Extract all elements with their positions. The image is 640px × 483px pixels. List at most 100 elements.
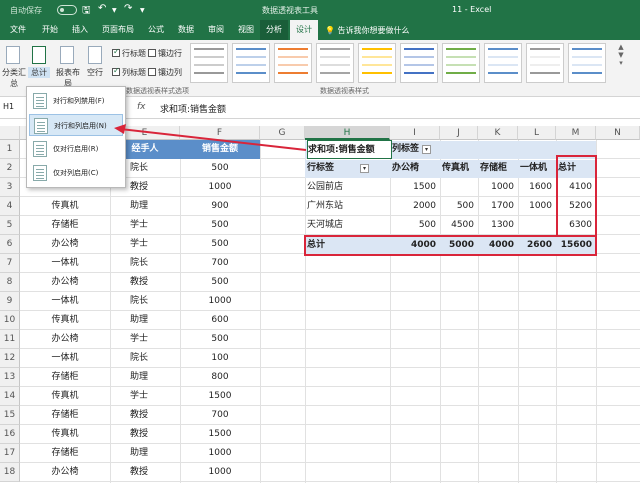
row-header[interactable]: 16 [0, 425, 20, 444]
row-header[interactable]: 12 [0, 349, 20, 368]
table-cell[interactable]: 教授 [110, 463, 180, 482]
table-cell[interactable]: 500 [180, 159, 260, 178]
style-swatch[interactable] [568, 43, 606, 83]
tab-design[interactable]: 设计 [290, 20, 318, 40]
redo-icon[interactable]: ↷ [124, 3, 132, 14]
subtotals-button[interactable]: 分类汇总 [2, 67, 26, 89]
style-swatch[interactable] [358, 43, 396, 83]
row-header[interactable]: 8 [0, 273, 20, 292]
table-cell[interactable]: 助理 [110, 197, 180, 216]
table-cell[interactable]: 传真机 [20, 425, 110, 444]
table-cell[interactable]: 传真机 [20, 311, 110, 330]
blank-rows-button[interactable]: 空行 [84, 67, 106, 78]
column-header-i[interactable]: I [390, 126, 440, 140]
tab-insert[interactable]: 插入 [66, 20, 94, 40]
select-all-corner[interactable] [0, 126, 20, 140]
pivot-value-cell[interactable]: 4500 [440, 216, 478, 235]
table-cell[interactable]: 存储柜 [20, 444, 110, 463]
table-cell[interactable]: 学士 [110, 235, 180, 254]
table-cell[interactable]: 助理 [110, 368, 180, 387]
pivot-value-cell[interactable]: 1500 [390, 178, 440, 197]
table-cell[interactable]: 500 [180, 216, 260, 235]
filter-dropdown-icon[interactable]: ▾ [360, 164, 370, 173]
table-cell[interactable]: 900 [180, 197, 260, 216]
table-cell[interactable]: 500 [180, 235, 260, 254]
pivot-value-cell[interactable]: 1300 [478, 216, 518, 235]
style-swatch[interactable] [526, 43, 564, 83]
pivot-value-cell[interactable]: 1000 [478, 178, 518, 197]
table-cell[interactable]: 800 [180, 368, 260, 387]
table-cell[interactable]: 1000 [180, 463, 260, 482]
row-header[interactable]: 3 [0, 178, 20, 197]
row-header[interactable]: 7 [0, 254, 20, 273]
pivot-value-cell[interactable]: 1000 [518, 197, 556, 216]
row-header[interactable]: 17 [0, 444, 20, 463]
tab-home[interactable]: 开始 [36, 20, 64, 40]
table-cell[interactable]: 一体机 [20, 292, 110, 311]
pivot-value-cell[interactable]: 1600 [518, 178, 556, 197]
style-swatch[interactable] [190, 43, 228, 83]
autosave-toggle[interactable] [57, 5, 77, 15]
save-icon[interactable]: 🖫 [82, 3, 91, 20]
pivot-column-header[interactable]: 传真机 [442, 159, 480, 178]
table-cell[interactable]: 院长 [110, 292, 180, 311]
table-cell[interactable]: 教授 [110, 425, 180, 444]
table-cell[interactable]: 院长 [110, 254, 180, 273]
table-cell[interactable]: 学士 [110, 387, 180, 406]
style-swatch[interactable] [274, 43, 312, 83]
table-cell[interactable]: 1000 [180, 444, 260, 463]
pivot-row-label-cell[interactable]: 公园前店 [307, 178, 390, 197]
table-cell[interactable]: 500 [180, 273, 260, 292]
table-cell[interactable]: 600 [180, 311, 260, 330]
pivot-value-cell[interactable]: 2000 [390, 197, 440, 216]
table-cell[interactable]: 传真机 [20, 197, 110, 216]
row-header[interactable]: 4 [0, 197, 20, 216]
table-cell[interactable]: 助理 [110, 311, 180, 330]
filter-dropdown-icon[interactable]: ▾ [422, 145, 432, 154]
grand-totals-button[interactable]: 总计 [28, 67, 50, 78]
table-cell[interactable]: 办公椅 [20, 235, 110, 254]
row-header[interactable]: 13 [0, 368, 20, 387]
table-cell[interactable]: 办公椅 [20, 273, 110, 292]
column-header-m[interactable]: M [556, 126, 596, 140]
table-cell[interactable]: 1500 [180, 425, 260, 444]
table-cell[interactable]: 500 [180, 330, 260, 349]
row-header[interactable]: 2 [0, 159, 20, 178]
menu-item-disable-both[interactable]: 对行和列禁用(F) [29, 90, 123, 112]
pivot-value-cell[interactable] [440, 178, 478, 197]
column-header-j[interactable]: J [440, 126, 478, 140]
style-swatch[interactable] [442, 43, 480, 83]
table-cell[interactable]: 办公椅 [20, 330, 110, 349]
table-cell[interactable]: 1000 [180, 178, 260, 197]
row-header[interactable]: 14 [0, 387, 20, 406]
table-cell[interactable]: 700 [180, 406, 260, 425]
pivot-column-header[interactable]: 办公椅 [392, 159, 442, 178]
table-cell[interactable]: 存储柜 [20, 406, 110, 425]
banded-cols-checkbox[interactable]: 镶边列 [148, 67, 182, 78]
table-cell[interactable]: 1500 [180, 387, 260, 406]
column-header-n[interactable]: N [596, 126, 640, 140]
menu-item-rows-only[interactable]: 仅对行启用(R) [29, 138, 123, 160]
table-cell[interactable]: 教授 [110, 273, 180, 292]
row-header[interactable]: 18 [0, 463, 20, 482]
table-cell[interactable]: 一体机 [20, 349, 110, 368]
row-header[interactable]: 6 [0, 235, 20, 254]
menu-item-cols-only[interactable]: 仅对列启用(C) [29, 162, 123, 184]
table-cell[interactable]: 学士 [110, 216, 180, 235]
tab-file[interactable]: 文件 [4, 20, 32, 40]
table-cell[interactable]: 学士 [110, 330, 180, 349]
style-swatch[interactable] [484, 43, 522, 83]
tell-me-search[interactable]: 💡 告诉我你想要做什么 [325, 25, 410, 36]
table-cell[interactable]: 700 [180, 254, 260, 273]
col-headers-checkbox[interactable]: 列标题 [112, 66, 146, 78]
table-cell[interactable]: 100 [180, 349, 260, 368]
pivot-row-label[interactable]: 行标签 ▾ [307, 159, 390, 178]
table-cell[interactable]: 教授 [110, 406, 180, 425]
row-header[interactable]: 15 [0, 406, 20, 425]
pivot-value-cell[interactable]: 500 [390, 216, 440, 235]
customize-qa-icon[interactable]: ▼ [140, 7, 145, 14]
row-header[interactable]: 10 [0, 311, 20, 330]
table-cell[interactable]: 助理 [110, 444, 180, 463]
tab-page-layout[interactable]: 页面布局 [98, 20, 138, 40]
column-header-k[interactable]: K [478, 126, 518, 140]
